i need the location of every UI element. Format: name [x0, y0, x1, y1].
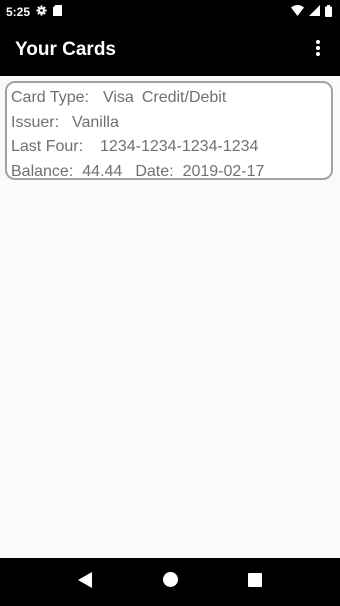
status-time: 5:25: [6, 5, 31, 19]
date-value: 2019-02-17: [182, 162, 265, 180]
gear-icon: [36, 5, 47, 19]
status-bar: 5:25: [0, 0, 340, 24]
card-list-item[interactable]: Card Type: Visa Credit/Debit Issuer: Vanill…: [5, 81, 333, 180]
balance-label: Balance:: [11, 162, 74, 180]
last-four-value: 1234-1234-1234-1234: [100, 138, 259, 155]
sd-card-icon: [53, 5, 63, 19]
card-type-row: Card Type: Visa Credit/Debit: [11, 86, 331, 111]
back-button[interactable]: [71, 568, 99, 596]
balance-value: 44.44: [82, 162, 123, 180]
signal-icon: [309, 5, 320, 19]
issuer-value: Vanilla: [72, 113, 119, 131]
wifi-icon: [291, 5, 304, 19]
card-type-value: Visa: [102, 89, 134, 106]
last-four-row: Last Four: 1234-1234-1234-1234: [11, 135, 331, 160]
issuer-row: Issuer: Vanilla: [11, 111, 331, 136]
home-button[interactable]: [156, 568, 184, 596]
navigation-bar: [0, 558, 340, 606]
card-kind-value: Credit/Debit: [141, 89, 227, 106]
app-bar: Your Cards: [0, 24, 340, 76]
card-type-label: Card Type:: [11, 89, 89, 106]
screen: 5:25 Your Cards Card Type: Visa Credit/D…: [0, 0, 340, 606]
overflow-menu-button[interactable]: [298, 30, 338, 70]
battery-icon: [325, 4, 332, 20]
page-title: Your Cards: [15, 39, 117, 60]
overflow-menu-icon: [316, 39, 320, 61]
recents-button[interactable]: [241, 568, 269, 596]
last-four-label: Last Four:: [11, 138, 84, 155]
recents-icon: [248, 572, 262, 592]
home-icon: [162, 572, 178, 592]
date-label: Date:: [135, 162, 174, 180]
issuer-label: Issuer:: [11, 113, 60, 131]
balance-row: Balance: 44.44 Date: 2019-02-17: [11, 160, 331, 185]
back-icon: [78, 571, 92, 593]
